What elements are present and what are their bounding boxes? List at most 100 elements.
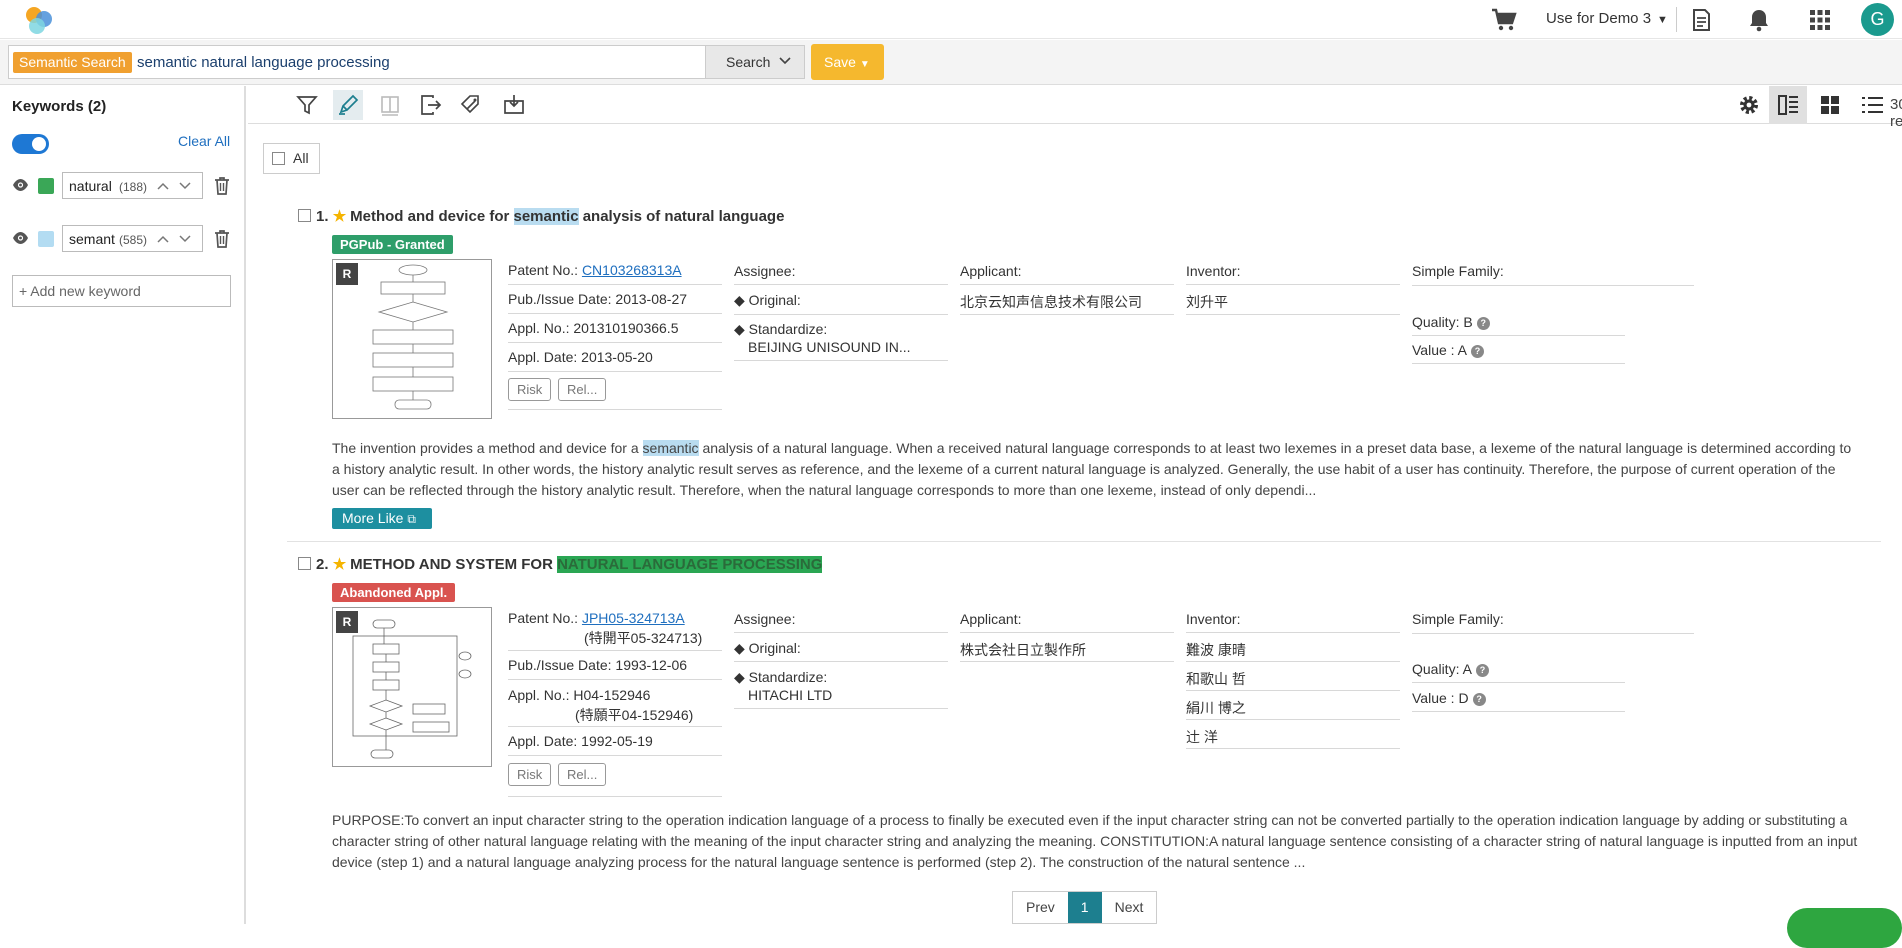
settings-gear-icon[interactable]	[1730, 86, 1768, 124]
appl-date-field: Appl. Date: 1992-05-19	[508, 733, 653, 749]
help-icon[interactable]: ?	[1476, 317, 1490, 330]
page-number-button[interactable]: 1	[1067, 892, 1102, 923]
save-to-folder-icon[interactable]	[499, 90, 529, 120]
list-view-icon[interactable]	[1853, 86, 1891, 124]
divider	[508, 679, 722, 680]
records-count: 300 records	[1890, 96, 1902, 130]
add-keyword-input[interactable]: + Add new keyword	[12, 275, 231, 307]
applicant-label: Applicant:	[960, 611, 1022, 627]
divider	[960, 632, 1174, 633]
applicant-value[interactable]: 北京云知声信息技术有限公司	[960, 292, 1142, 312]
result-title[interactable]: 2. ★ METHOD AND SYSTEM FOR NATURAL LANGUA…	[316, 555, 823, 573]
result-checkbox[interactable]	[298, 557, 311, 570]
keyword-count: (585)	[119, 233, 148, 247]
keyword-color-swatch[interactable]	[38, 178, 54, 194]
divider	[508, 284, 722, 285]
divider	[1186, 748, 1400, 749]
pub-date-field: Pub./Issue Date: 1993-12-06	[508, 657, 688, 673]
related-button[interactable]: Rel...	[558, 378, 607, 401]
keyword-text: natural	[69, 178, 112, 194]
bell-icon[interactable]	[1746, 7, 1772, 33]
related-button[interactable]: Rel...	[558, 763, 607, 786]
export-icon[interactable]	[415, 90, 445, 120]
quality-field: Quality: A?	[1412, 661, 1489, 677]
search-button[interactable]: Search	[705, 45, 805, 79]
more-like-button[interactable]: More Like ⧉	[332, 508, 432, 529]
trash-icon[interactable]	[214, 229, 230, 248]
patent-number-field: Patent No.: CN103268313A	[508, 262, 682, 278]
inventor-value[interactable]: 難波 康晴	[1186, 640, 1246, 660]
appl-no-alt: (特願平04-152946)	[575, 707, 694, 723]
filter-icon[interactable]	[292, 90, 322, 120]
search-type-tag[interactable]: Semantic Search	[13, 52, 132, 73]
help-icon[interactable]: ?	[1472, 693, 1486, 706]
divider	[1186, 284, 1400, 285]
highlight-pen-icon[interactable]	[333, 90, 363, 120]
next-page-button[interactable]: Next	[1102, 892, 1157, 923]
r-tag: R	[336, 263, 358, 285]
keyword-row: semant (585)	[12, 225, 234, 253]
search-query-text[interactable]: semantic natural language processing	[137, 54, 390, 71]
user-avatar[interactable]: G	[1861, 3, 1894, 36]
chevron-down-icon[interactable]	[178, 180, 192, 192]
divider	[1412, 285, 1694, 286]
assignee-standardize-value[interactable]: HITACHI LTD	[748, 687, 832, 703]
split-view-icon[interactable]	[375, 90, 405, 120]
tag-icon[interactable]	[457, 90, 487, 120]
assignee-standardize: ◆ Standardize:	[734, 321, 828, 337]
keyword-field[interactable]: natural (188)	[62, 172, 163, 199]
star-icon[interactable]: ★	[333, 556, 346, 573]
help-icon[interactable]: ?	[1471, 345, 1485, 358]
help-icon[interactable]: ?	[1475, 664, 1489, 677]
keywords-title: Keywords (2)	[12, 98, 107, 115]
star-icon[interactable]: ★	[333, 208, 346, 225]
grid-view-icon[interactable]	[1811, 86, 1849, 124]
divider	[1186, 719, 1400, 720]
apps-grid-icon[interactable]	[1807, 7, 1833, 33]
result-checkbox[interactable]	[298, 209, 311, 222]
divider	[1186, 690, 1400, 691]
chat-widget-button[interactable]	[1787, 908, 1902, 948]
save-button[interactable]: Save ▼	[811, 44, 884, 80]
list-detail-view-icon[interactable]	[1769, 86, 1807, 124]
keyword-color-swatch[interactable]	[38, 231, 54, 247]
search-input[interactable]: Semantic Search semantic natural languag…	[8, 45, 805, 79]
clear-all-link[interactable]: Clear All	[178, 133, 230, 149]
patent-number-link[interactable]: JPH05-324713A	[582, 610, 685, 626]
prev-page-button[interactable]: Prev	[1013, 892, 1068, 923]
inventor-value[interactable]: 和歌山 哲	[1186, 669, 1246, 689]
patent-number-link[interactable]: CN103268313A	[582, 262, 682, 278]
risk-button[interactable]: Risk	[508, 763, 552, 786]
pagination: Prev 1 Next	[1012, 891, 1158, 924]
inventor-value[interactable]: 辻 洋	[1186, 727, 1218, 747]
patent-drawing-thumbnail[interactable]: R	[332, 607, 492, 767]
chevron-up-icon[interactable]	[156, 233, 170, 245]
chevron-up-icon[interactable]	[156, 180, 170, 192]
result-title[interactable]: 1. ★ Method and device for semantic analy…	[316, 207, 784, 225]
eye-icon[interactable]	[12, 178, 29, 192]
risk-button[interactable]: Risk	[508, 378, 552, 401]
chevron-down-icon[interactable]	[178, 233, 192, 245]
app-logo-icon[interactable]	[20, 5, 58, 35]
pub-date-field: Pub./Issue Date: 2013-08-27	[508, 291, 688, 307]
title-text: Method and device for	[350, 208, 514, 225]
assignee-standardize-value[interactable]: BEIJING UNISOUND IN...	[748, 339, 911, 355]
inventor-value[interactable]: 刘升平	[1186, 292, 1228, 312]
trash-icon[interactable]	[214, 176, 230, 195]
export-document-icon[interactable]	[1688, 7, 1714, 33]
cart-icon[interactable]	[1490, 7, 1518, 33]
workspace-selector[interactable]: Use for Demo 3 ▼	[1546, 10, 1668, 27]
title-text: METHOD AND SYSTEM FOR	[350, 556, 558, 573]
patent-drawing-thumbnail[interactable]: R	[332, 259, 492, 419]
appl-no-field: Appl. No.: 201310190366.5	[508, 320, 679, 336]
save-button-label: Save	[824, 54, 856, 70]
select-all-checkbox[interactable]: All	[263, 143, 320, 174]
inventor-value[interactable]: 絹川 博之	[1186, 698, 1246, 718]
applicant-value[interactable]: 株式会社日立製作所	[960, 640, 1086, 660]
workspace-label: Use for Demo 3	[1546, 10, 1652, 27]
keywords-toggle[interactable]	[12, 134, 49, 154]
divider	[508, 313, 722, 314]
keyword-text: semant	[69, 231, 115, 247]
eye-icon[interactable]	[12, 231, 29, 245]
keyword-field[interactable]: semant (585)	[62, 225, 163, 252]
